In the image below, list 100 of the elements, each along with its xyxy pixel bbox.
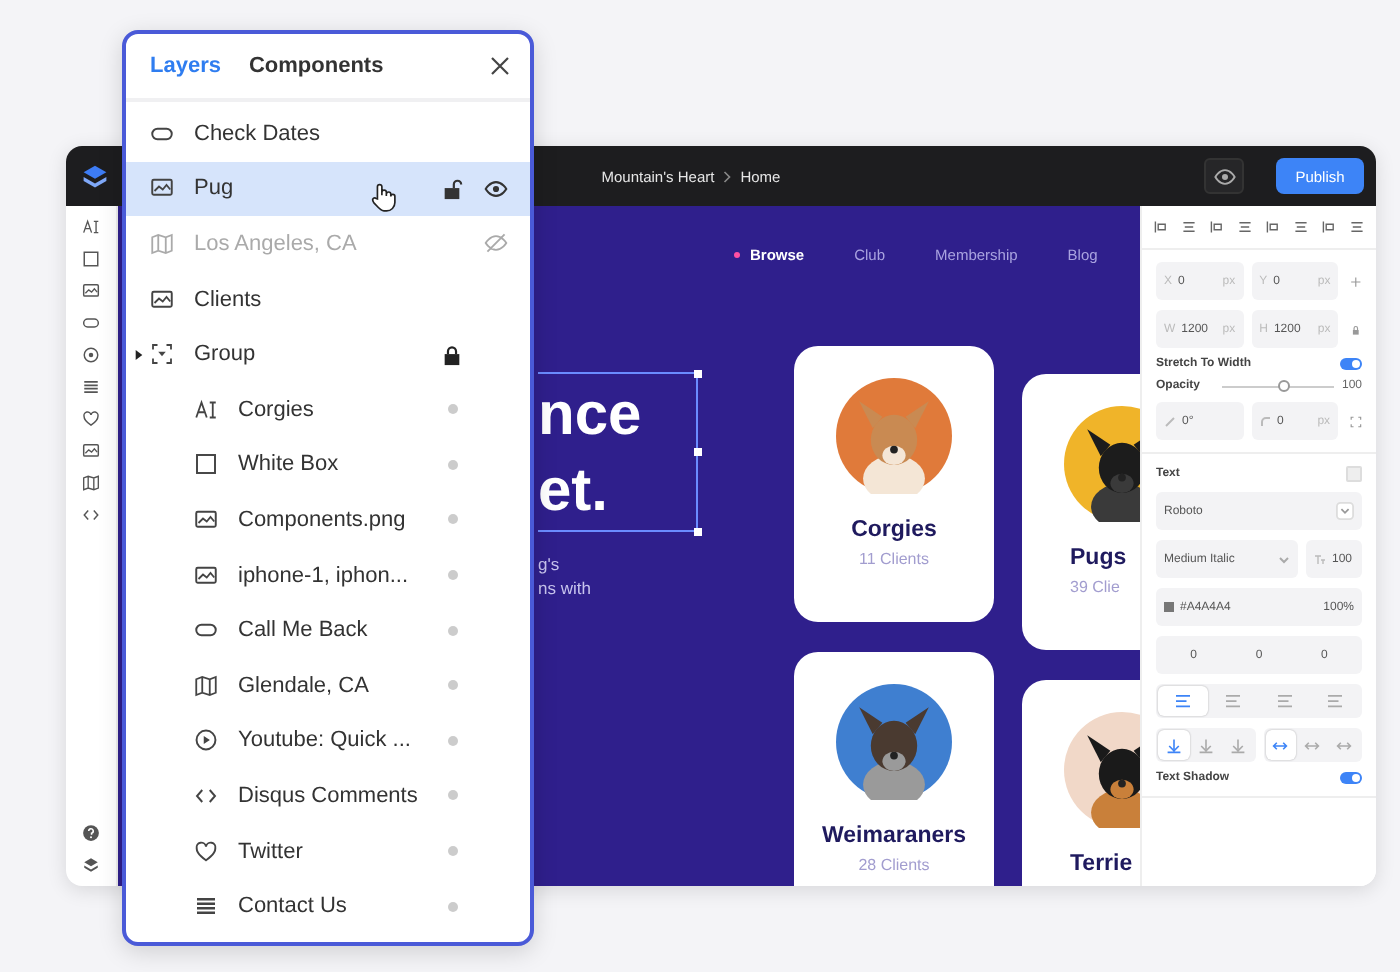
- layer-name: Glendale, CA: [238, 673, 369, 698]
- map-icon: [82, 474, 100, 492]
- eye-icon: [1213, 165, 1235, 187]
- visibility-dot[interactable]: [447, 901, 457, 912]
- close-icon[interactable]: [490, 56, 510, 76]
- align-icon[interactable]: [1266, 220, 1280, 234]
- layer-row[interactable]: Group: [126, 326, 530, 382]
- layer-row[interactable]: Contact Us: [126, 878, 530, 934]
- expand-icon[interactable]: [1350, 415, 1362, 427]
- panel-tab[interactable]: Components: [240, 50, 392, 82]
- square-icon: [194, 452, 218, 477]
- align-bottom-icon: [1229, 737, 1246, 753]
- align-bottom-icon: [1165, 737, 1182, 753]
- layer-row[interactable]: White Box: [126, 437, 530, 493]
- layer-name: White Box: [238, 452, 339, 477]
- card-title: Weimaraners: [821, 824, 967, 850]
- layer-row[interactable]: Clients: [126, 271, 530, 327]
- visibility-dot[interactable]: [447, 846, 457, 857]
- align-lines-icon: [1275, 694, 1294, 708]
- layer-row[interactable]: Twitter: [126, 823, 530, 879]
- image-icon: [194, 507, 218, 532]
- button-icon: [82, 314, 100, 332]
- list-icon: [82, 378, 100, 396]
- layer-row[interactable]: Youtube: Quick ...: [126, 713, 530, 769]
- panel-tab[interactable]: Layers: [142, 50, 229, 82]
- eye-icon[interactable]: [484, 177, 508, 200]
- visibility-dot[interactable]: [447, 404, 457, 415]
- category-card[interactable]: Pugs 39 Clie: [1022, 374, 1140, 650]
- layer-row[interactable]: Check Dates: [126, 106, 530, 162]
- layer-name: Los Angeles, CA: [194, 231, 357, 256]
- lock-icon[interactable]: [440, 343, 464, 366]
- list-icon: [194, 894, 218, 919]
- layer-row[interactable]: Corgies: [126, 381, 530, 438]
- unlocked-icon[interactable]: [440, 177, 464, 200]
- preview-button[interactable]: [1204, 158, 1244, 194]
- layer-row[interactable]: Components.png: [126, 492, 530, 548]
- image-icon: [82, 442, 100, 460]
- width-arrows-icon: [1336, 737, 1353, 753]
- dropdown-icon[interactable]: [1336, 502, 1354, 520]
- card-title: Pugs: [1068, 546, 1127, 572]
- layers-logo-icon: [82, 163, 108, 189]
- text-align-button[interactable]: [1158, 686, 1209, 716]
- image-icon: [150, 176, 174, 201]
- layer-name: Youtube: Quick ...: [238, 728, 411, 753]
- radio-icon: [82, 346, 100, 364]
- align-icon[interactable]: [1182, 220, 1196, 234]
- map-icon: [150, 231, 174, 256]
- angle-icon: [1164, 415, 1176, 427]
- image-icon: [150, 287, 174, 312]
- align-icon[interactable]: [1350, 220, 1364, 234]
- layers-icon[interactable]: [82, 856, 100, 874]
- sizing-button[interactable]: [1265, 730, 1297, 760]
- visibility-dot[interactable]: [447, 735, 457, 746]
- chevron-down-icon: [1278, 553, 1290, 565]
- visibility-dot[interactable]: [447, 459, 457, 470]
- visibility-dot[interactable]: [447, 680, 457, 691]
- align-icon[interactable]: [1322, 220, 1336, 234]
- layer-name: Contact Us: [238, 894, 347, 919]
- layer-row[interactable]: iphone-1, iphon...: [126, 547, 530, 603]
- layer-row[interactable]: Pug: [126, 161, 530, 217]
- align-icon[interactable]: [1294, 220, 1308, 234]
- text-tool-icon: [82, 218, 100, 236]
- visibility-dot[interactable]: [447, 625, 457, 636]
- visibility-dot[interactable]: [447, 570, 457, 581]
- eye-off-icon[interactable]: [484, 232, 508, 255]
- code-icon: [194, 783, 218, 808]
- shadow-toggle[interactable]: [1340, 772, 1362, 784]
- align-icon[interactable]: [1154, 220, 1168, 234]
- layer-row[interactable]: Disqus Comments: [126, 768, 530, 824]
- help-icon[interactable]: [82, 824, 100, 842]
- card-title: Terrie: [1068, 852, 1133, 878]
- align-bottom-icon: [1197, 737, 1214, 753]
- align-lines-icon: [1224, 694, 1243, 708]
- layer-row[interactable]: Call Me Back: [126, 602, 530, 658]
- layer-name: Pug: [194, 176, 234, 201]
- stretch-toggle[interactable]: [1340, 358, 1362, 370]
- selection-box[interactable]: nce et.: [538, 372, 698, 532]
- font-size-icon: [1314, 553, 1326, 565]
- code-icon: [82, 506, 100, 524]
- align-icon[interactable]: [1210, 220, 1224, 234]
- client-count: 39 Clie: [1068, 578, 1120, 596]
- image-icon: [82, 282, 100, 300]
- layer-name: Check Dates: [194, 121, 320, 146]
- group-icon: [150, 342, 174, 367]
- layer-name: Corgies: [238, 397, 314, 422]
- category-card[interactable]: Corgies 11 Clients: [794, 346, 994, 622]
- caret-icon[interactable]: [134, 347, 144, 362]
- client-count: 28 Clients: [858, 856, 930, 874]
- square-icon: [82, 250, 100, 268]
- vertical-align-button[interactable]: [1158, 730, 1190, 760]
- category-card[interactable]: Weimaraners 28 Clients: [794, 652, 994, 886]
- align-icon[interactable]: [1238, 220, 1252, 234]
- card-title: Corgies: [851, 518, 937, 544]
- corner-icon: [1259, 415, 1272, 427]
- hero-text: g's ns with: [538, 552, 593, 600]
- category-card[interactable]: Terrie: [1022, 680, 1140, 886]
- layer-row[interactable]: Glendale, CA: [126, 657, 530, 714]
- visibility-dot[interactable]: [447, 514, 457, 525]
- move-icon[interactable]: [1350, 275, 1362, 287]
- visibility-dot[interactable]: [447, 790, 457, 801]
